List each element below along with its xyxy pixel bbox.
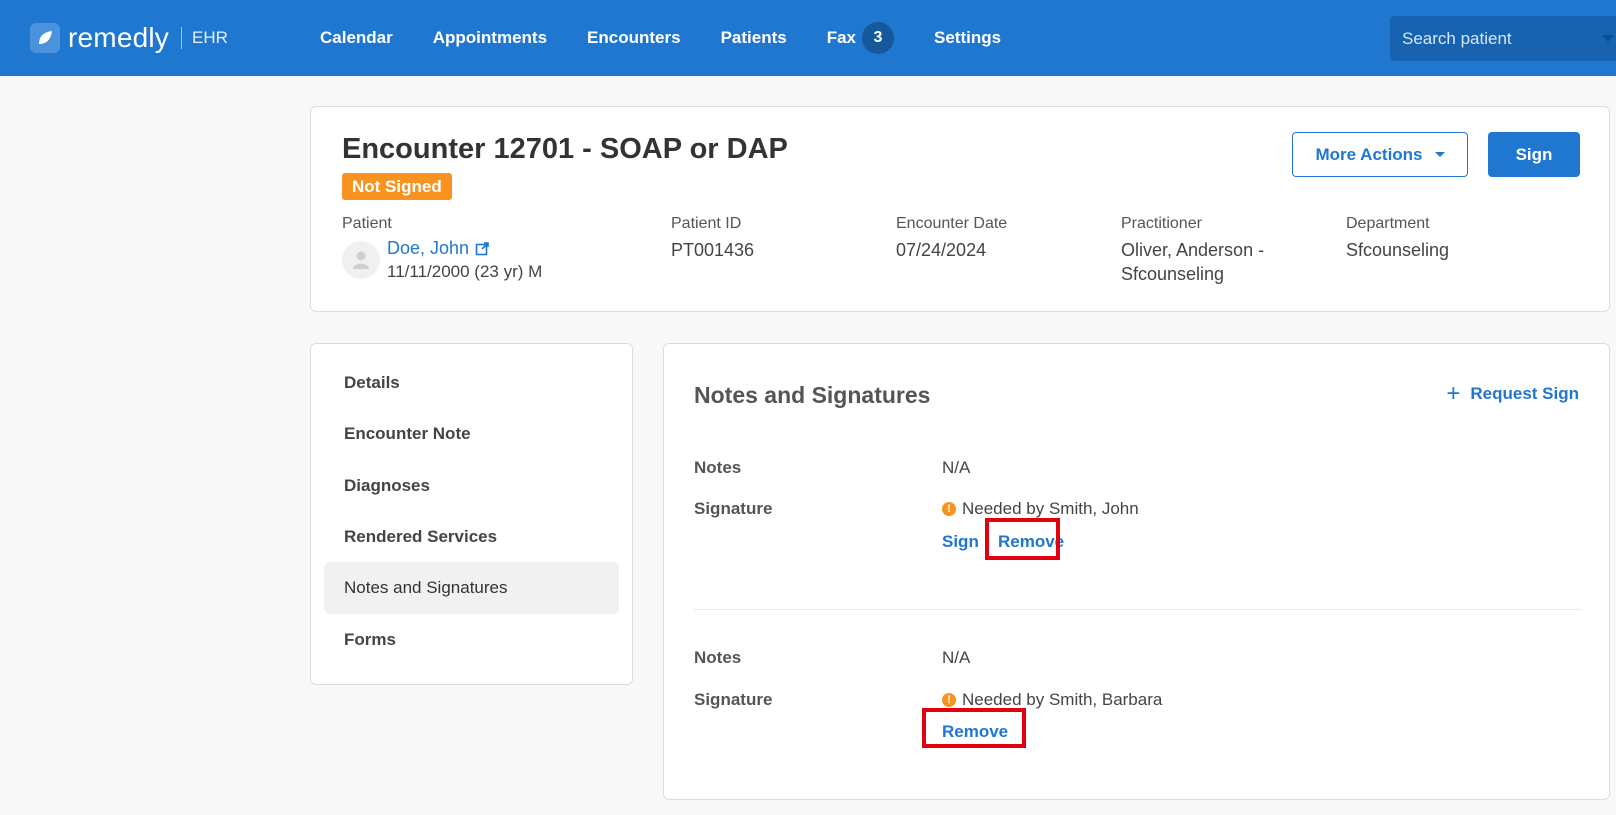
patient-label: Patient (342, 215, 392, 232)
menu-item-notes-and-signatures[interactable]: Notes and Signatures (324, 562, 619, 614)
menu-item-diagnoses[interactable]: Diagnoses (324, 460, 619, 512)
top-navbar: remedly EHR Calendar Appointments Encoun… (0, 0, 1616, 76)
user-icon (353, 251, 369, 269)
nav-appointments[interactable]: Appointments (433, 28, 547, 48)
nav-fax[interactable]: Fax 3 (827, 22, 894, 54)
encounter-date-label: Encounter Date (896, 215, 1008, 232)
notes-value: N/A (942, 458, 971, 477)
nav-fax-label: Fax (826, 28, 856, 47)
notes-signatures-panel: Notes and Signatures + Request Sign Note… (663, 343, 1610, 800)
patient-search[interactable] (1390, 16, 1616, 61)
signature-needed-text: Needed by Smith, John (962, 499, 1139, 518)
department-value: Sfcounseling (1346, 240, 1450, 260)
encounter-date-value: 07/24/2024 (896, 240, 987, 260)
brand[interactable]: remedly EHR (30, 22, 290, 54)
encounter-header-card: Encounter 12701 - SOAP or DAP Not Signed… (310, 106, 1610, 312)
page-title: Encounter 12701 - SOAP or DAP (342, 133, 788, 165)
more-actions-label: More Actions (1315, 144, 1423, 164)
menu-item-forms[interactable]: Forms (324, 614, 619, 666)
nav-settings[interactable]: Settings (934, 28, 1001, 48)
status-badge: Not Signed (342, 173, 452, 200)
notes-label: Notes (694, 648, 742, 667)
brand-separator (181, 27, 182, 49)
signature-label: Signature (694, 499, 773, 518)
brand-suffix: EHR (192, 28, 228, 47)
external-link-icon (475, 241, 489, 255)
caret-down-icon (1434, 152, 1445, 157)
brand-name: remedly (68, 22, 169, 53)
request-sign-label: Request Sign (1470, 384, 1579, 403)
main-nav: Calendar Appointments Encounters Patient… (320, 22, 1041, 54)
practitioner-line-2: Sfcounseling (1121, 264, 1225, 284)
patient-dob: 11/11/2000 (23 yr) M (387, 262, 543, 281)
department-label: Department (1346, 215, 1430, 232)
signature-label: Signature (694, 690, 773, 709)
notes-label: Notes (694, 458, 742, 477)
warning-icon: ! (942, 502, 956, 516)
practitioner-value: Oliver, Anderson - Sfcounseling (1121, 238, 1264, 286)
sign-button[interactable]: Sign (1488, 132, 1580, 177)
remove-link[interactable]: Remove (942, 722, 1008, 742)
avatar (342, 241, 380, 279)
sign-link[interactable]: Sign (942, 532, 979, 552)
chevron-down-icon[interactable] (1602, 35, 1614, 42)
more-actions-button[interactable]: More Actions (1292, 132, 1468, 177)
leaf-logo-icon (30, 23, 60, 53)
warning-icon: ! (942, 693, 956, 707)
section-title: Notes and Signatures (694, 382, 931, 408)
patient-name: Doe, John (387, 238, 470, 258)
request-sign-button[interactable]: + Request Sign (1446, 380, 1579, 407)
menu-item-rendered-services[interactable]: Rendered Services (324, 511, 619, 563)
patient-id-label: Patient ID (671, 215, 742, 232)
menu-item-details[interactable]: Details (324, 357, 619, 409)
practitioner-label: Practitioner (1121, 215, 1202, 232)
search-input[interactable] (1402, 28, 1592, 49)
patient-name-link[interactable]: Doe, John (387, 238, 489, 259)
fax-count-badge: 3 (862, 22, 894, 54)
nav-patients[interactable]: Patients (721, 28, 787, 48)
nav-encounters[interactable]: Encounters (587, 28, 681, 48)
divider (694, 609, 1581, 610)
signature-status: ! Needed by Smith, John (942, 499, 1139, 519)
signature-needed-text: Needed by Smith, Barbara (962, 690, 1163, 709)
nav-calendar[interactable]: Calendar (320, 28, 393, 48)
notes-value: N/A (942, 648, 971, 667)
plus-icon: + (1446, 380, 1461, 407)
patient-id-value: PT001436 (671, 240, 755, 260)
remove-link[interactable]: Remove (998, 532, 1064, 552)
practitioner-line-1: Oliver, Anderson - (1121, 240, 1265, 260)
encounter-section-menu: Details Encounter Note Diagnoses Rendere… (310, 343, 633, 685)
menu-item-encounter-note[interactable]: Encounter Note (324, 408, 619, 460)
signature-status: ! Needed by Smith, Barbara (942, 690, 1162, 710)
